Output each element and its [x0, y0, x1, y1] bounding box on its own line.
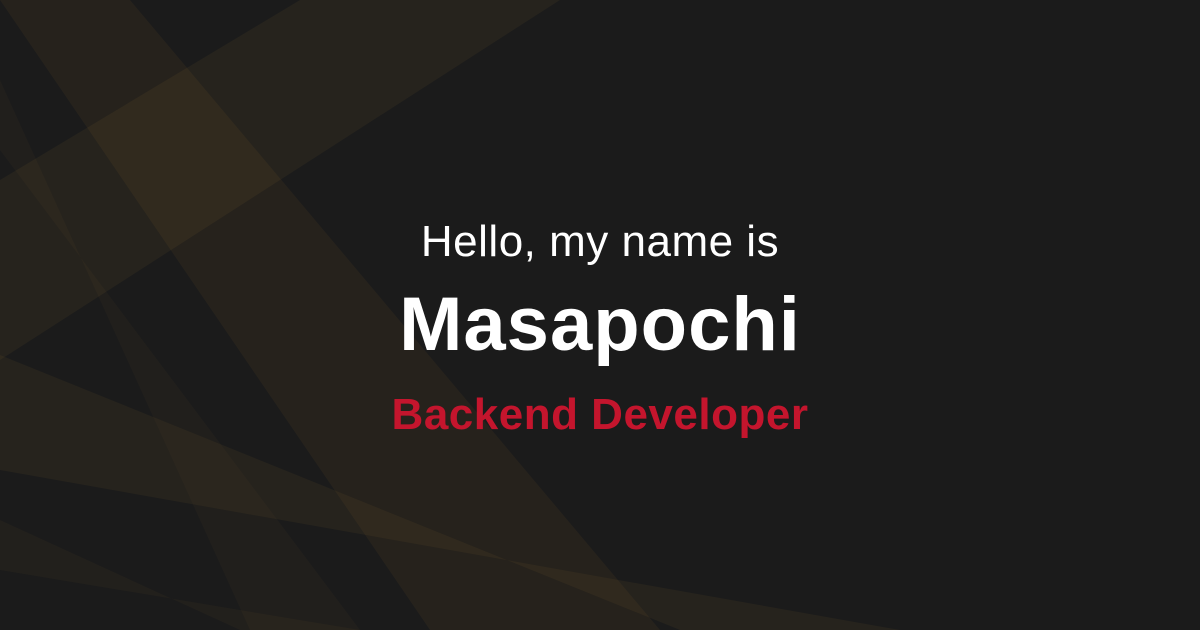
intro-text-block: Hello, my name is Masapochi Backend Deve…	[0, 0, 1200, 630]
role-subtitle: Backend Developer	[391, 390, 809, 439]
profile-card: Hello, my name is Masapochi Backend Deve…	[0, 0, 1200, 630]
name-heading: Masapochi	[399, 282, 801, 367]
greeting-text: Hello, my name is	[420, 217, 780, 266]
